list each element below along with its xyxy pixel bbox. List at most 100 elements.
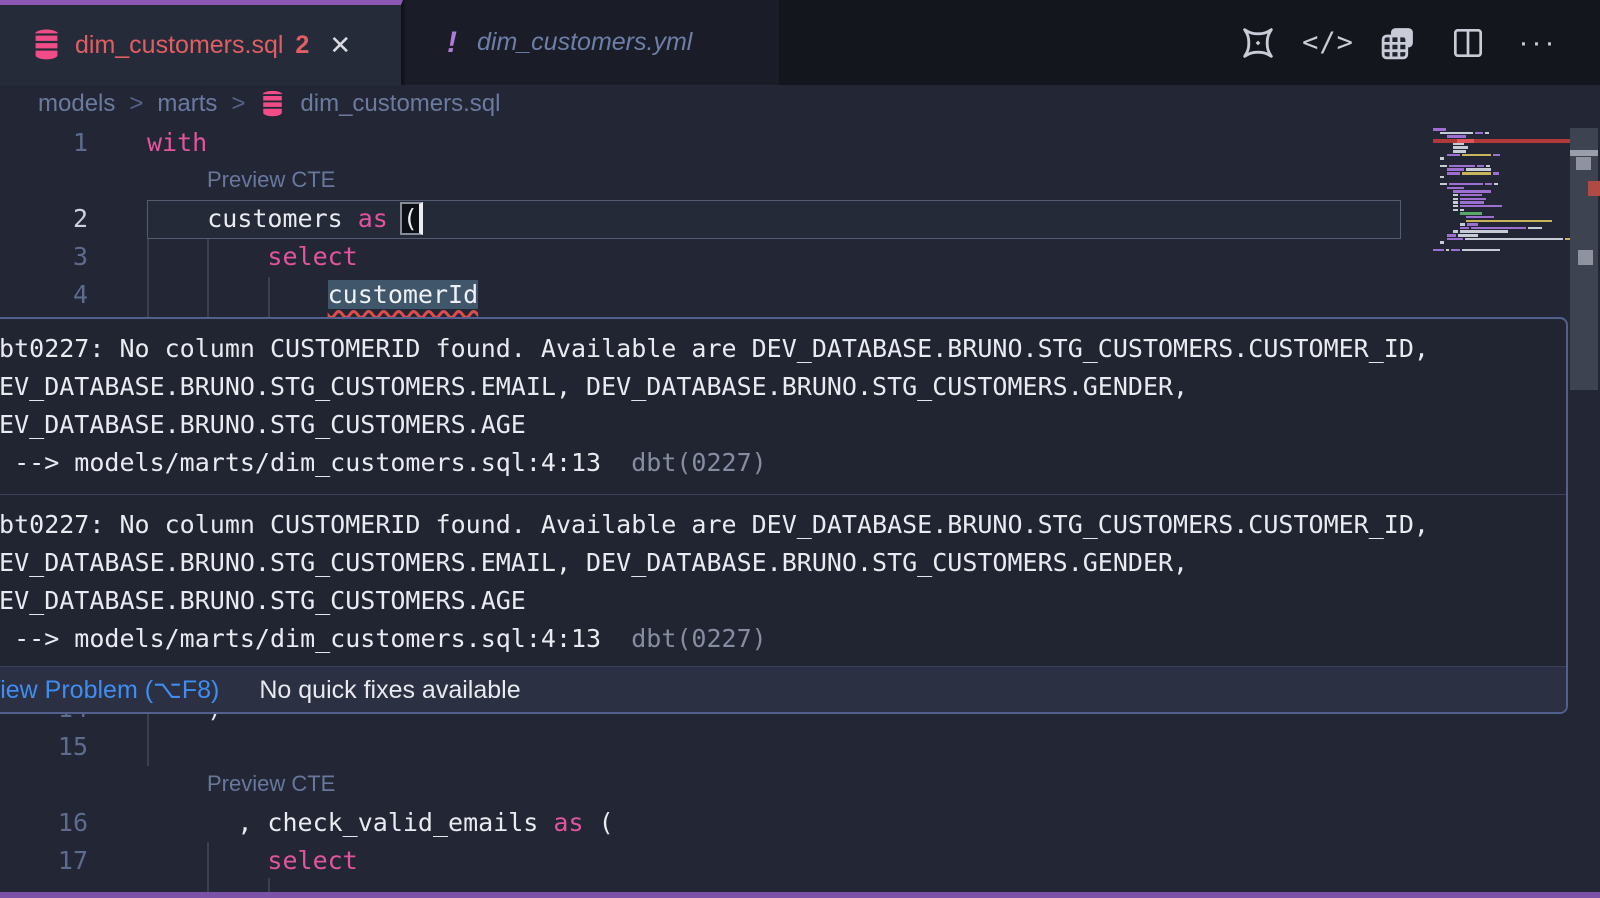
minimap-segment [1440, 132, 1473, 135]
error-text: DEV_DATABASE.BRUNO.STG_CUSTOMERS.AGE [0, 410, 526, 439]
minimap-segment [1449, 183, 1483, 186]
token: as [358, 204, 388, 233]
minimap-segment [1453, 198, 1458, 201]
editor-window: dim_customers.sql 2 ✕ ! dim_customers.ym… [0, 0, 1600, 898]
minimap-segment [1453, 190, 1491, 193]
view-problem-link[interactable]: View Problem (⌥F8) [0, 675, 219, 705]
split-editor-icon[interactable] [1446, 21, 1490, 65]
minimap-line [1460, 223, 1480, 226]
minimap-segment [1440, 165, 1447, 168]
minimap-segment [1460, 201, 1484, 204]
close-icon[interactable]: ✕ [329, 30, 351, 61]
minimap-line [1466, 216, 1496, 219]
error-message-line: DEV_DATABASE.BRUNO.STG_CUSTOMERS.AGE [0, 582, 1552, 620]
minimap-segment [1453, 143, 1464, 146]
minimap-segment [1475, 132, 1483, 135]
editor-actions: </> ··· [1236, 0, 1560, 85]
minimap-line [1447, 135, 1468, 138]
error-text: DEV_DATABASE.BRUNO.STG_CUSTOMERS.AGE [0, 586, 526, 615]
minimap-line [1453, 209, 1466, 212]
tab-dim-customers-yml[interactable]: ! dim_customers.yml [405, 0, 779, 85]
chevron-right-icon: > [231, 90, 245, 118]
minimap-line [1453, 143, 1466, 146]
code-line: 15 [0, 728, 1408, 766]
scrollbar[interactable] [1570, 122, 1600, 892]
minimap-line [1453, 190, 1493, 193]
minimap-segment [1485, 132, 1489, 135]
database-icon [261, 90, 284, 117]
minimap-segment [1460, 223, 1465, 226]
minimap-segment [1453, 150, 1466, 153]
compile-code-icon[interactable]: </> [1306, 21, 1350, 65]
breadcrumb-item-marts[interactable]: marts [157, 90, 217, 118]
tab-filename: dim_customers.sql [75, 31, 283, 60]
code-text: select [147, 842, 358, 880]
minimap-segment [1471, 227, 1526, 230]
error-code-ref: dbt(0227) [601, 448, 767, 477]
minimap-segment [1433, 249, 1444, 252]
breadcrumb-item-models[interactable]: models [38, 90, 115, 118]
minimap-segment [1446, 249, 1449, 252]
minimap-segment [1460, 212, 1482, 215]
minimap-segment [1453, 201, 1458, 204]
hover-footer: View Problem (⌥F8) No quick fixes availa… [0, 666, 1566, 713]
minimap-segment [1453, 146, 1468, 149]
minimap-segment [1493, 172, 1499, 175]
code-line: 2 customers as ( [0, 200, 1408, 238]
error-text: DEV_DATABASE.BRUNO.STG_CUSTOMERS.EMAIL, … [0, 548, 1188, 577]
minimap-segment [1462, 154, 1491, 157]
token: customers [207, 204, 342, 233]
error-message-line: dbt0227: No column CUSTOMERID found. Ava… [0, 506, 1552, 544]
token: ( [584, 808, 614, 837]
database-icon [33, 29, 60, 61]
modified-count-badge: 2 [295, 31, 309, 60]
chevron-right-icon: > [129, 90, 143, 118]
minimap-segment [1440, 183, 1447, 186]
minimap-line [1433, 128, 1448, 131]
token [538, 808, 553, 837]
minimap-line [1447, 238, 1580, 241]
preview-cte-lens[interactable]: Preview CTE [207, 162, 335, 198]
code-line: 1with [0, 124, 1408, 162]
error-code-ref: dbt(0227) [601, 624, 767, 653]
more-actions-icon[interactable]: ··· [1516, 21, 1560, 65]
minimap-segment [1460, 194, 1482, 197]
query-results-icon[interactable] [1376, 21, 1420, 65]
minimap-segment [1453, 209, 1458, 212]
error-message-block: dbt0227: No column CUSTOMERID found. Ava… [0, 319, 1566, 494]
overview-mark [1576, 157, 1591, 170]
line-number: 2 [0, 200, 88, 238]
dbt-logo-icon[interactable] [1236, 21, 1280, 65]
error-hover-popup: dbt0227: No column CUSTOMERID found. Ava… [0, 317, 1568, 714]
minimap-line [1460, 227, 1544, 230]
minimap-segment [1493, 154, 1500, 157]
token: check_valid_emails [267, 808, 538, 837]
minimap-segment [1458, 234, 1478, 237]
minimap-line [1440, 157, 1446, 160]
breadcrumb-item-file[interactable]: dim_customers.sql [300, 90, 500, 118]
minimap-segment [1447, 187, 1464, 190]
minimap-segment [1440, 157, 1444, 160]
minimap-line [1440, 241, 1446, 244]
token [147, 242, 267, 271]
code-line: 17 select [0, 842, 1408, 880]
indent-guide [268, 878, 270, 892]
token [147, 808, 237, 837]
minimap-line [1447, 168, 1493, 171]
minimap-segment [1440, 176, 1444, 179]
minimap-line [1440, 132, 1491, 135]
error-message-line: DEV_DATABASE.BRUNO.STG_CUSTOMERS.EMAIL, … [0, 544, 1552, 582]
preview-cte-lens[interactable]: Preview CTE [207, 766, 335, 802]
minimap-segment [1453, 230, 1458, 233]
line-number: 15 [0, 728, 88, 766]
tab-dim-customers-sql[interactable]: dim_customers.sql 2 ✕ [0, 0, 403, 85]
minimap-segment [1460, 198, 1486, 201]
minimap-segment [1460, 230, 1508, 233]
error-message-line: DEV_DATABASE.BRUNO.STG_CUSTOMERS.AGE [0, 406, 1552, 444]
tab-bar: dim_customers.sql 2 ✕ ! dim_customers.ym… [0, 0, 1600, 85]
error-message-line: --> models/marts/dim_customers.sql:4:13 … [0, 444, 1552, 482]
minimap-segment [1466, 168, 1491, 171]
minimap-segment [1447, 135, 1466, 138]
minimap-segment [1447, 238, 1463, 241]
warning-icon: ! [447, 26, 457, 60]
